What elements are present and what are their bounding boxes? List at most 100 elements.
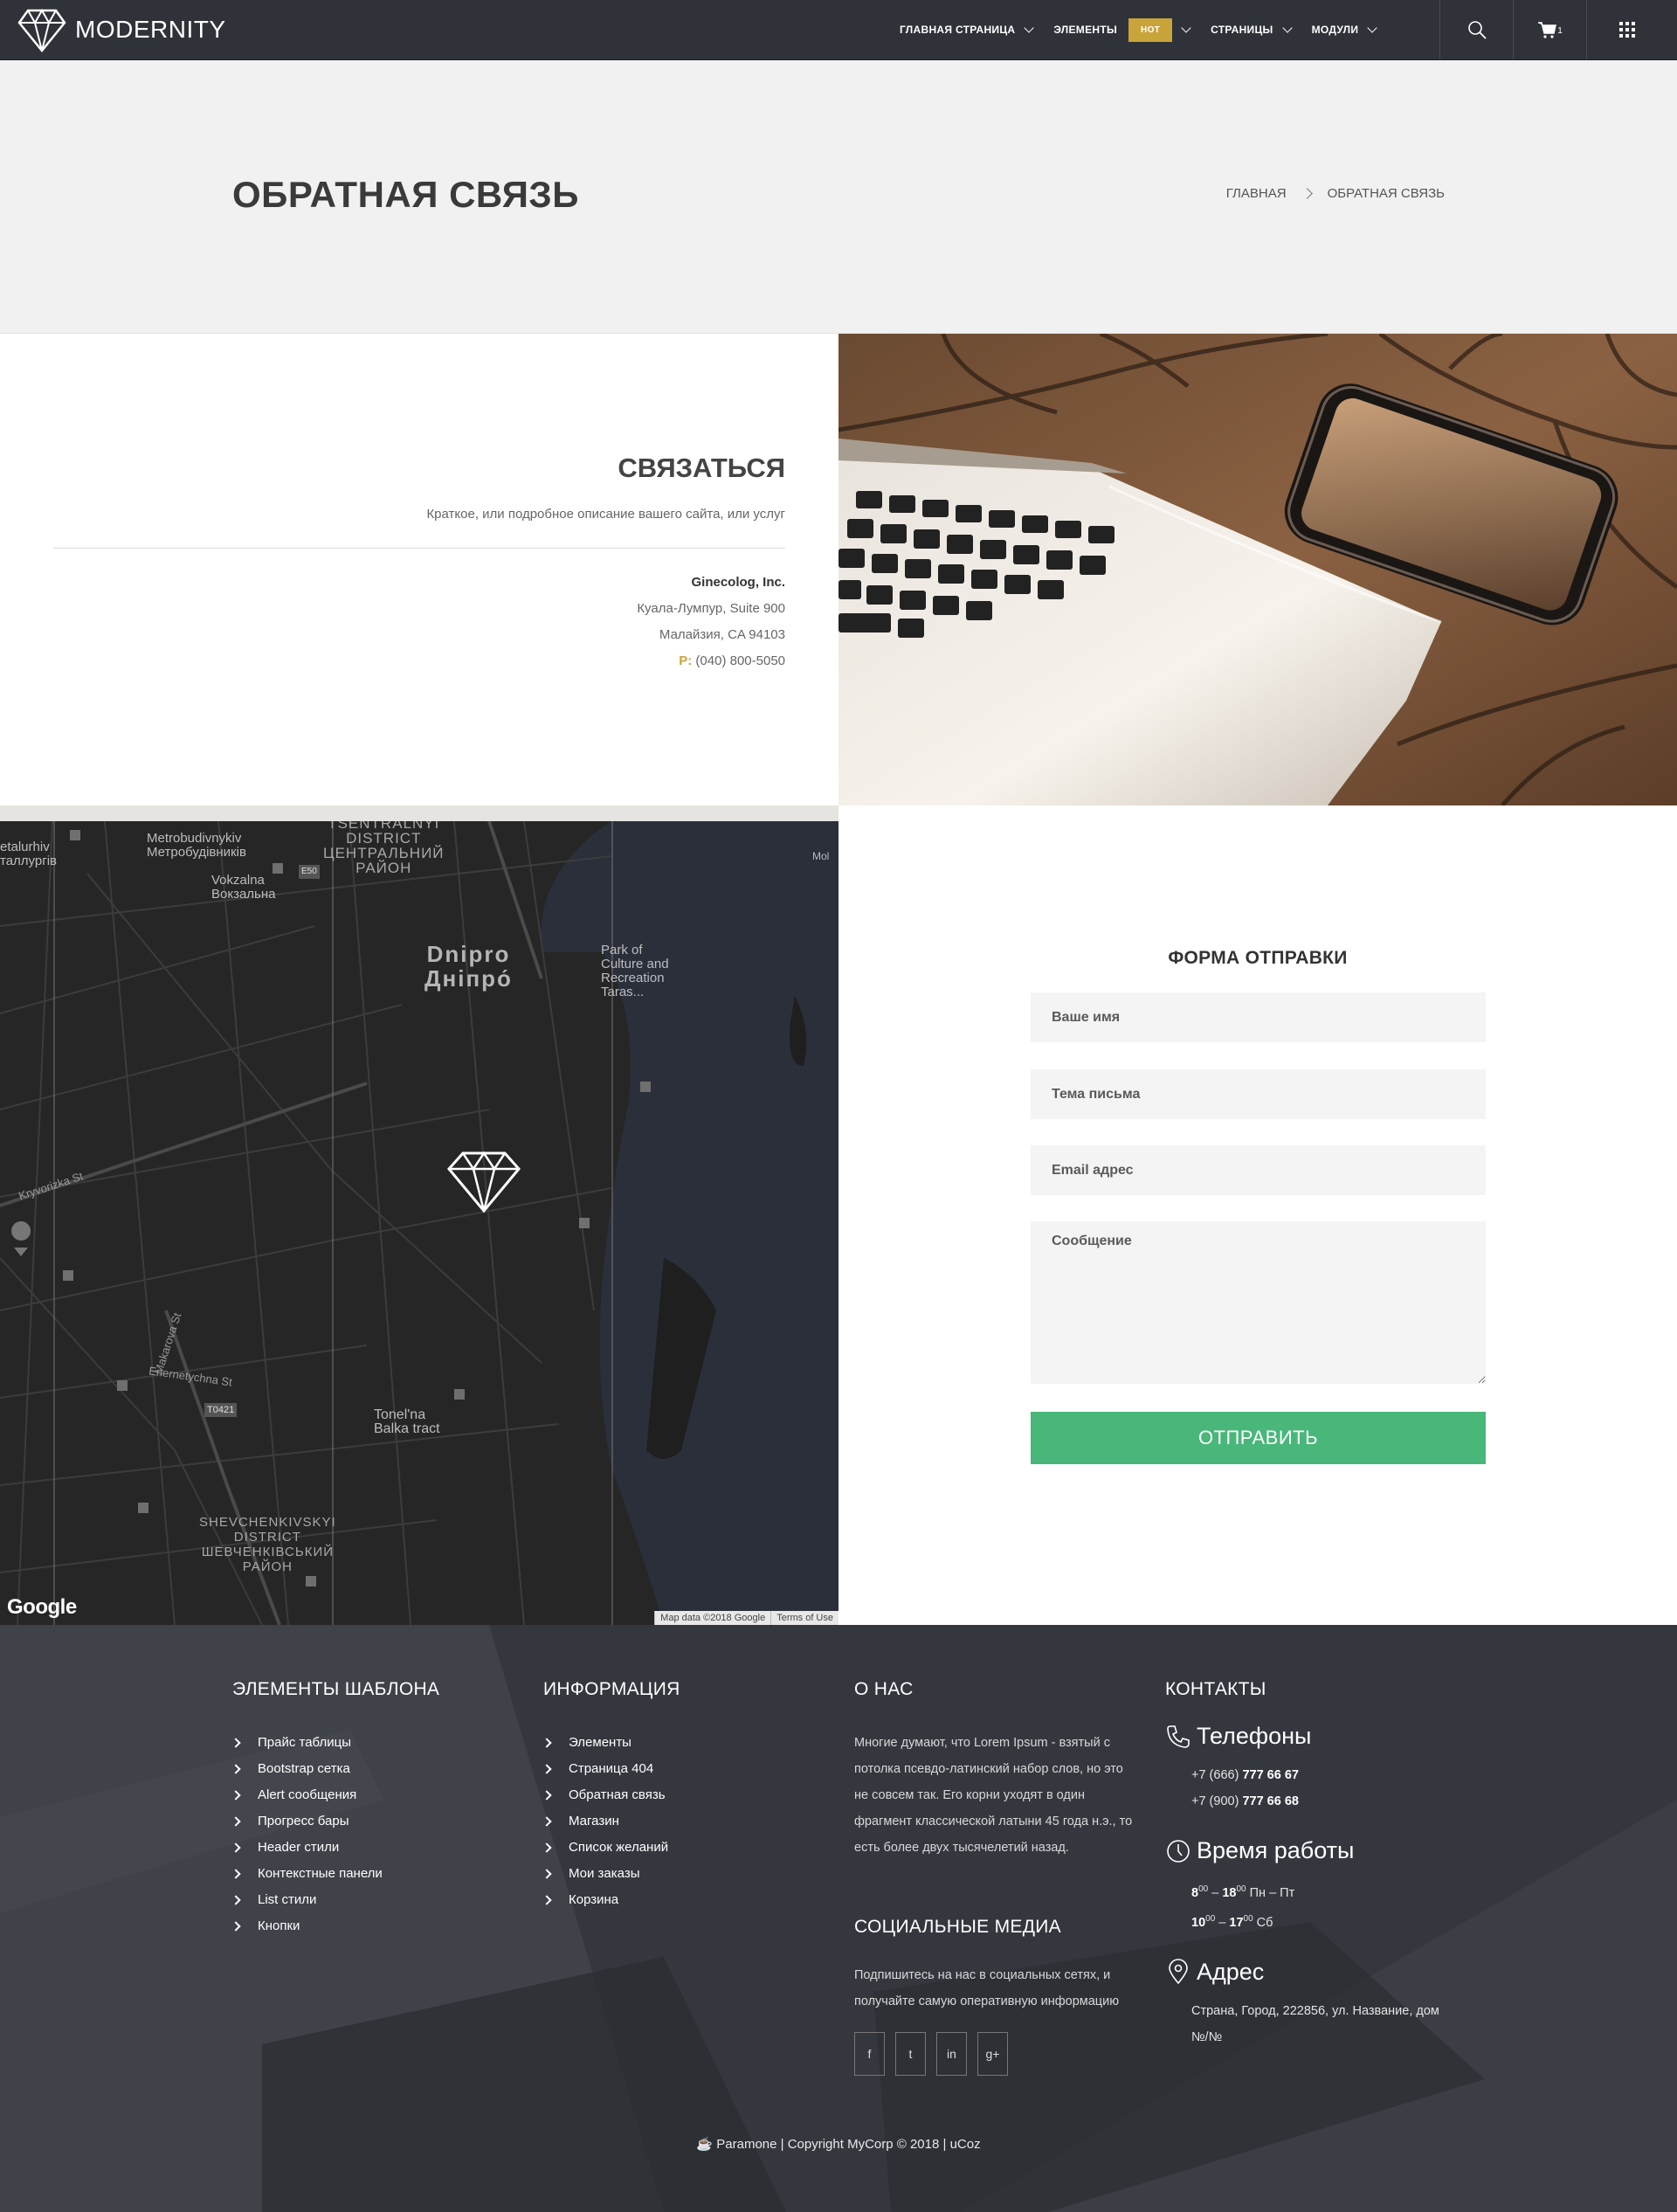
footer-link-label: Страница 404 — [569, 1761, 654, 1776]
hours-days: Пн – Пт — [1246, 1885, 1295, 1900]
hours-from: 8 — [1191, 1885, 1199, 1900]
footer-link-label: Список желаний — [569, 1840, 669, 1855]
diamond-map-marker-icon[interactable] — [447, 1148, 521, 1214]
footer-link-label: Прогресс бары — [258, 1814, 349, 1828]
hours-to: 18 — [1222, 1885, 1237, 1900]
google-logo: Google — [7, 1595, 77, 1619]
grid-menu-button[interactable] — [1586, 0, 1667, 59]
phones-title-row: Телефоны — [1165, 1723, 1445, 1750]
map-road-label: T0421 — [204, 1403, 238, 1417]
address-title: Адрес — [1197, 1958, 1265, 1985]
footer-col-title: О НАС — [854, 1679, 914, 1699]
map-label: РАЙОН — [242, 1559, 293, 1574]
address-line-2: Малайзия, CA 94103 — [659, 627, 785, 642]
footer-link[interactable]: Обратная связь — [542, 1782, 680, 1808]
logo[interactable]: MODERNITY — [17, 7, 226, 52]
search-icon — [1467, 21, 1487, 39]
contact-form-section: ФОРМА ОТПРАВКИ ОТПРАВИТЬ — [838, 805, 1677, 1625]
google-plus-icon: g+ — [985, 2047, 1000, 2061]
breadcrumb-home-link[interactable]: ГЛАВНАЯ — [1226, 186, 1287, 201]
footer-link[interactable]: Прайс таблицы — [231, 1730, 439, 1756]
footer-link-label: Bootstrap сетка — [258, 1761, 350, 1776]
map-label: DISTRICT — [346, 830, 422, 847]
phone-prefix: P: — [679, 653, 693, 668]
submit-button[interactable]: ОТПРАВИТЬ — [1031, 1412, 1486, 1464]
footer-link[interactable]: Страница 404 — [542, 1756, 680, 1782]
hours-title: Время работы — [1197, 1837, 1355, 1863]
facebook-icon: f — [867, 2047, 872, 2061]
footer-link[interactable]: Кнопки — [231, 1913, 439, 1939]
nav-item-label: ГЛАВНАЯ СТРАНИЦА — [900, 24, 1016, 36]
message-textarea[interactable] — [1031, 1221, 1486, 1384]
linkedin-button[interactable]: in — [936, 2032, 967, 2076]
chevron-down-icon — [1281, 22, 1293, 33]
hot-badge: HOT — [1128, 17, 1173, 42]
nav-item-label: ЭЛЕМЕНТЫ — [1053, 24, 1118, 36]
chevron-right-icon — [542, 1790, 552, 1801]
google-map[interactable]: TSENTRALNYI DISTRICT ЦЕНТРАЛЬНИЙ РАЙОН D… — [0, 821, 838, 1625]
email-input[interactable] — [1031, 1145, 1486, 1195]
footer-link-label: Контекстные панели — [258, 1866, 383, 1881]
footer-link[interactable]: Магазин — [542, 1808, 680, 1835]
footer-link[interactable]: Bootstrap сетка — [231, 1756, 439, 1782]
hours-to-min: 00 — [1243, 1913, 1253, 1924]
chevron-right-icon — [542, 1816, 552, 1827]
footer-link[interactable]: Контекстные панели — [231, 1861, 439, 1887]
hours-sep: – — [1215, 1915, 1230, 1930]
footer-link[interactable]: Прогресс бары — [231, 1808, 439, 1835]
phones-title: Телефоны — [1197, 1723, 1312, 1749]
map-label: Mol — [812, 850, 830, 862]
logo-text: MODERNITY — [75, 16, 226, 43]
name-input[interactable] — [1031, 992, 1486, 1042]
nav-item-modules[interactable]: МОДУЛИ — [1312, 22, 1377, 36]
map-label: Vokzalna — [211, 873, 265, 888]
location-pin-icon — [1169, 1959, 1188, 1985]
footer-link-label: Alert сообщения — [258, 1787, 357, 1802]
social-title: СОЦИАЛЬНЫЕ МЕДИА — [854, 1917, 1061, 1937]
map-city-label: Дніпро́ — [424, 965, 513, 992]
cart-button[interactable]: 1 — [1513, 0, 1586, 59]
phone-code: +7 (666) — [1191, 1768, 1243, 1782]
about-text: Многие думают, что Lorem Ipsum - взятый … — [854, 1736, 1133, 1855]
footer-link-list: Элементы Страница 404 Обратная связь Маг… — [542, 1730, 680, 1913]
map-label: Taras... — [601, 985, 645, 999]
phone-number: 777 66 68 — [1242, 1794, 1299, 1808]
chevron-down-icon — [1367, 22, 1377, 33]
map-label: Park of — [601, 943, 643, 957]
hours-to-min: 00 — [1236, 1884, 1246, 1894]
footer-link[interactable]: Мои заказы — [542, 1861, 680, 1887]
footer-link[interactable]: Корзина — [542, 1887, 680, 1913]
footer-link[interactable]: Alert сообщения — [231, 1782, 439, 1808]
footer-link[interactable]: Список желаний — [542, 1835, 680, 1861]
footer-link-label: Header стили — [258, 1840, 340, 1855]
chevron-right-icon — [231, 1764, 241, 1774]
phone-icon — [1167, 1725, 1190, 1748]
twitter-button[interactable]: t — [895, 2032, 926, 2076]
subject-input[interactable] — [1031, 1069, 1486, 1119]
footer-link[interactable]: Элементы — [542, 1730, 680, 1756]
footer-link[interactable]: Header стили — [231, 1835, 439, 1861]
hours-title-row: Время работы — [1165, 1837, 1445, 1864]
footer-link[interactable]: List стили — [231, 1887, 439, 1913]
nav-item-home[interactable]: ГЛАВНАЯ СТРАНИЦА — [900, 22, 1035, 36]
nav-item-pages[interactable]: СТРАНИЦЫ — [1211, 22, 1293, 36]
phone-line: +7 (666) 777 66 67 — [1165, 1762, 1445, 1788]
chevron-right-icon — [231, 1738, 241, 1748]
copyright-text: Paramone | Copyright MyCorp © 2018 | uCo… — [716, 2137, 981, 2152]
footer-link-list: Прайс таблицы Bootstrap сетка Alert сооб… — [231, 1730, 439, 1939]
chevron-right-icon — [542, 1869, 552, 1879]
footer-link-label: Элементы — [569, 1735, 631, 1750]
chevron-right-icon — [542, 1764, 552, 1774]
facebook-button[interactable]: f — [854, 2032, 885, 2076]
main-nav: ГЛАВНАЯ СТРАНИЦА ЭЛЕМЕНТЫ HOT СТРАНИЦЫ М… — [900, 0, 1397, 59]
google-plus-button[interactable]: g+ — [977, 2032, 1008, 2076]
footer-link-label: Магазин — [569, 1814, 619, 1828]
terms-of-use-link[interactable]: Terms of Use — [770, 1611, 838, 1625]
footer-col-title: КОНТАКТЫ — [1165, 1679, 1266, 1699]
search-button[interactable] — [1439, 0, 1513, 59]
nav-item-elements[interactable]: ЭЛЕМЕНТЫ HOT — [1053, 17, 1191, 42]
map-label: Balka tract — [374, 1421, 440, 1436]
phone-code: +7 (900) — [1191, 1794, 1243, 1808]
diamond-logo-icon — [17, 8, 66, 52]
map-data-credit: Map data ©2018 Google — [654, 1611, 771, 1625]
